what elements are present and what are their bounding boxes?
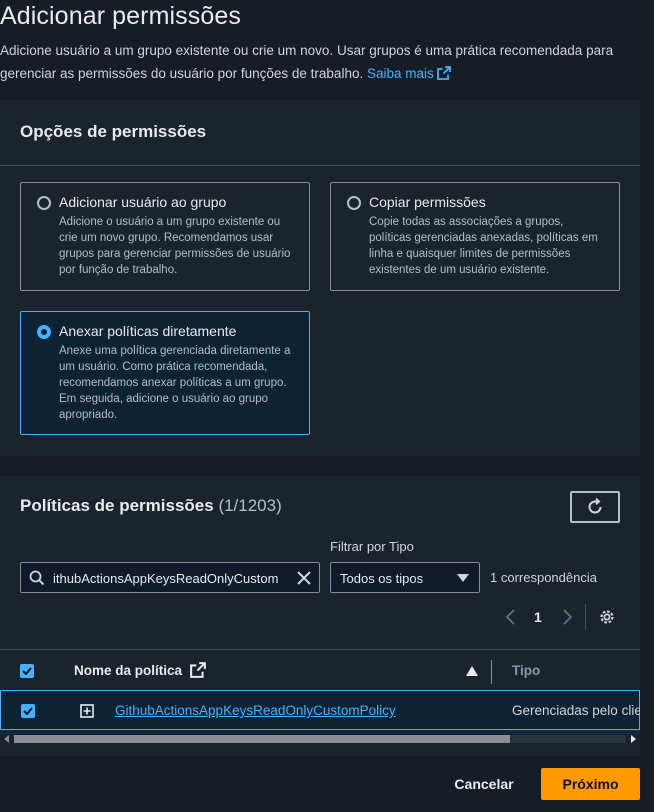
option-attach-policies[interactable]: Anexar políticas diretamente Anexe uma p…	[20, 311, 310, 435]
permission-options-panel: Opções de permissões Adicionar usuário a…	[0, 100, 640, 456]
row-checkbox[interactable]	[21, 704, 35, 718]
option-title: Copiar permissões	[369, 194, 486, 210]
chevron-right-icon[interactable]	[560, 608, 574, 626]
panel-header: Opções de permissões	[0, 100, 640, 166]
policy-name-link[interactable]: GithubActionsAppKeysReadOnlyCustomPolicy	[115, 703, 396, 718]
gear-icon[interactable]	[598, 608, 616, 626]
policies-title: Políticas de permissões (1/1203)	[20, 496, 282, 516]
radio-add-to-group[interactable]	[37, 196, 51, 210]
refresh-icon	[588, 498, 602, 514]
option-description: Adicione o usuário a um grupo existente …	[59, 216, 291, 276]
caret-down-icon	[457, 574, 469, 582]
refresh-button[interactable]	[570, 491, 620, 523]
permission-options-title: Opções de permissões	[20, 122, 207, 141]
filter-type-label: Filtrar por Tipo	[330, 539, 414, 554]
pager-divider	[585, 604, 586, 630]
column-divider[interactable]	[491, 660, 492, 684]
option-description: Anexe uma política gerenciada diretament…	[59, 345, 291, 421]
external-link-icon[interactable]	[190, 662, 206, 678]
clear-icon[interactable]	[295, 569, 313, 587]
chevron-left-icon[interactable]	[504, 608, 518, 626]
external-link-icon	[436, 66, 451, 80]
page-title: Adicionar permissões	[0, 2, 241, 30]
type-filter-select[interactable]: Todos os tipos	[330, 562, 480, 593]
cancel-button[interactable]: Cancelar	[440, 768, 528, 800]
column-header-name[interactable]: Nome da política	[74, 663, 182, 678]
radio-attach-policies[interactable]	[37, 325, 51, 339]
expand-plus-icon[interactable]	[80, 704, 94, 718]
option-title: Anexar políticas diretamente	[59, 323, 237, 339]
learn-more-label: Saiba mais	[366, 66, 434, 81]
horizontal-scrollbar[interactable]	[0, 732, 640, 746]
scrollbar-thumb[interactable]	[14, 735, 510, 743]
scroll-left-icon[interactable]	[3, 735, 11, 743]
type-filter-value: Todos os tipos	[340, 571, 424, 586]
column-header-type[interactable]: Tipo	[512, 663, 540, 678]
checkmark-icon	[23, 707, 33, 715]
radio-copy-permissions[interactable]	[347, 196, 361, 210]
scroll-right-icon[interactable]	[629, 735, 637, 743]
option-title: Adicionar usuário ao grupo	[59, 194, 227, 210]
description-text: Adicione usuário a um grupo existente ou…	[0, 43, 614, 81]
search-icon	[29, 570, 45, 586]
policy-search-input[interactable]: ithubActionsAppKeysReadOnlyCustom	[20, 562, 320, 593]
table-row[interactable]: GithubActionsAppKeysReadOnlyCustomPolicy…	[0, 690, 640, 730]
policy-type-cell: Gerenciadas pelo cliente	[512, 703, 640, 718]
checkmark-icon	[22, 667, 32, 675]
match-count: 1 correspondência	[490, 570, 597, 585]
current-page[interactable]: 1	[534, 609, 542, 625]
sort-ascending-icon[interactable]	[466, 666, 478, 676]
policies-title-text: Políticas de permissões	[20, 496, 214, 515]
next-button[interactable]: Próximo	[541, 768, 640, 800]
page-description: Adicione usuário a um grupo existente ou…	[0, 39, 640, 85]
option-add-to-group[interactable]: Adicionar usuário ao grupo Adicione o us…	[20, 182, 310, 291]
option-copy-permissions[interactable]: Copiar permissões Copie todas as associa…	[330, 182, 620, 291]
learn-more-link[interactable]: Saiba mais	[367, 66, 451, 81]
policies-count: (1/1203)	[218, 496, 282, 515]
table-header: Nome da política Tipo	[0, 649, 640, 689]
search-value: ithubActionsAppKeysReadOnlyCustom	[53, 571, 279, 586]
option-description: Copie todas as associações a grupos, pol…	[369, 216, 598, 276]
select-all-checkbox[interactable]	[20, 664, 34, 678]
permission-policies-panel: Políticas de permissões (1/1203) Filtrar…	[0, 476, 640, 756]
